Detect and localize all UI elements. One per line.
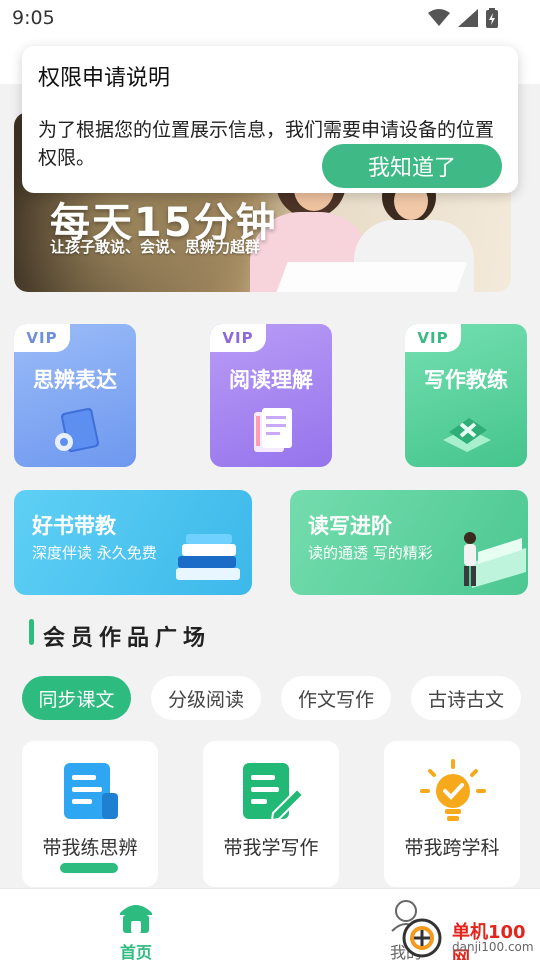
- vip-card-label: 写作教练: [424, 368, 508, 392]
- tile-label: 带我练思辨: [42, 837, 138, 859]
- vip-badge: VIP: [14, 324, 70, 352]
- feature-card-subtitle: 读的通透 写的精彩: [308, 544, 433, 562]
- tab-classical-poetry[interactable]: 古诗古文: [411, 676, 521, 720]
- tab-sync-text[interactable]: 同步课文: [22, 676, 131, 720]
- tile-interdisciplinary[interactable]: 带我跨学科: [384, 741, 520, 887]
- vip-card-critical-thinking[interactable]: VIP 思辨表达: [14, 324, 136, 467]
- vip-badge: VIP: [210, 324, 266, 352]
- feature-card-advanced[interactable]: 读写进阶 读的通透 写的精彩: [290, 490, 528, 595]
- feature-card-subtitle: 深度伴读 永久免费: [32, 544, 157, 562]
- section-accent: [29, 619, 34, 645]
- status-time: 9:05: [12, 7, 55, 29]
- wifi-icon: [428, 9, 450, 26]
- tile-critical-thinking[interactable]: 带我练思辨: [22, 741, 158, 887]
- battery-icon: [486, 8, 498, 28]
- edit-document-icon: [243, 763, 305, 822]
- watermark-logo-icon: [402, 918, 442, 958]
- signal-icon: [458, 9, 478, 27]
- watermark: 单机100网 danji100.com: [392, 914, 540, 960]
- nav-home[interactable]: 首页: [110, 895, 162, 960]
- permission-dialog: 权限申请说明 为了根据您的位置展示信息，我们需要申请设备的位置权限。 我知道了: [22, 46, 518, 193]
- vip-badge: VIP: [405, 324, 461, 352]
- vip-card-label: 思辨表达: [33, 368, 117, 392]
- watermark-url: danji100.com: [452, 940, 534, 954]
- feature-card-title: 读写进阶: [308, 514, 392, 538]
- tab-graded-reading[interactable]: 分级阅读: [151, 676, 261, 720]
- home-icon: [120, 905, 152, 933]
- feature-card-good-books[interactable]: 好书带教 深度伴读 永久免费: [14, 490, 252, 595]
- reading-document-icon: [254, 408, 292, 452]
- nav-home-label: 首页: [119, 943, 152, 960]
- person-book-icon: [464, 532, 526, 588]
- dialog-confirm-button[interactable]: 我知道了: [322, 144, 502, 188]
- banner-subtitle: 让孩子敢说、会说、思辨力超群: [50, 238, 261, 256]
- tile-writing[interactable]: 带我学写作: [203, 741, 339, 887]
- tile-active-indicator: [60, 863, 118, 873]
- pencil-board-icon: [443, 418, 491, 452]
- vip-card-writing[interactable]: VIP 写作教练: [405, 324, 527, 467]
- book-stack-icon: [176, 534, 240, 580]
- tile-label: 带我跨学科: [404, 837, 500, 859]
- dialog-title: 权限申请说明: [38, 66, 171, 91]
- book-gear-icon: [55, 407, 100, 453]
- tab-composition[interactable]: 作文写作: [281, 676, 391, 720]
- section-title: 会员作品广场: [43, 626, 212, 651]
- document-icon: [64, 763, 118, 819]
- tile-label: 带我学写作: [223, 837, 319, 859]
- feature-card-title: 好书带教: [32, 514, 116, 538]
- status-bar: 9:05: [0, 0, 540, 36]
- vip-card-label: 阅读理解: [229, 368, 313, 392]
- lightbulb-icon: [420, 759, 486, 821]
- vip-card-reading[interactable]: VIP 阅读理解: [210, 324, 332, 467]
